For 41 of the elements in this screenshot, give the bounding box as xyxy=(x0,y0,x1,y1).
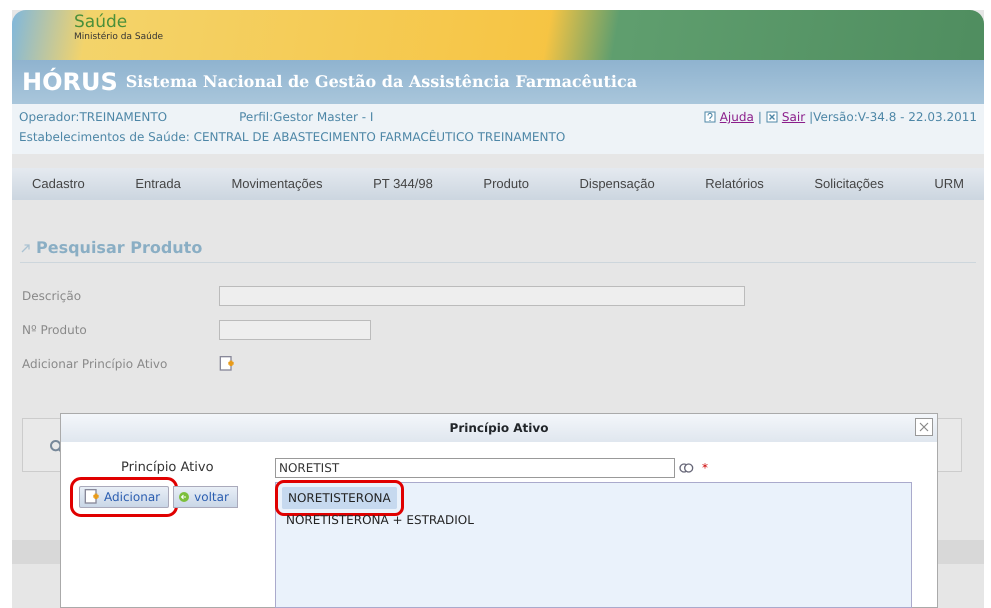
dialog-title: Princípio Ativo xyxy=(450,421,548,435)
close-button[interactable] xyxy=(915,418,933,436)
menu-item[interactable]: Produto xyxy=(483,174,529,194)
operator-label: Operador:TREINAMENTO xyxy=(19,109,168,126)
back-button[interactable]: voltar xyxy=(173,486,238,508)
field-label: Nº Produto xyxy=(22,322,88,339)
menu-item[interactable]: Relatórios xyxy=(705,174,764,194)
add-icon[interactable] xyxy=(219,356,235,372)
field-label: Adicionar Princípio Ativo xyxy=(22,356,168,373)
close-icon xyxy=(766,111,778,123)
field-label: Descrição xyxy=(22,288,82,305)
app-name: HÓRUS xyxy=(22,66,118,98)
version-text: |Versão:V-34.8 - 22.03.2011 xyxy=(809,109,977,126)
help-link[interactable]: Ajuda xyxy=(720,107,754,127)
brand-title: Saúde xyxy=(74,14,128,31)
input-field[interactable] xyxy=(219,320,371,340)
page-title: Pesquisar Produto xyxy=(36,237,202,259)
help-icon xyxy=(704,111,716,123)
menu-item[interactable]: Cadastro xyxy=(32,174,85,194)
brand-subtitle: Ministério da Saúde xyxy=(74,31,164,44)
menu-item[interactable]: URM xyxy=(934,174,964,194)
app-title: Sistema Nacional de Gestão da Assistência Farmacêutica xyxy=(126,71,638,93)
arrow-icon xyxy=(20,242,32,254)
suggestion-item[interactable]: NORETISTERONA xyxy=(282,487,397,509)
menu-item[interactable]: PT 344/98 xyxy=(373,174,433,194)
back-icon xyxy=(178,491,190,503)
exit-link[interactable]: Sair xyxy=(782,107,806,127)
suggestion-item[interactable]: NORETISTERONA + ESTRADIOL xyxy=(280,509,907,531)
menu-item[interactable]: Solicitações xyxy=(814,174,884,194)
separator-text: | xyxy=(758,109,762,126)
search-field[interactable]: NORETIST xyxy=(275,458,675,478)
add-icon xyxy=(84,489,100,505)
required-mark: * xyxy=(702,460,708,477)
menu-item[interactable]: Entrada xyxy=(135,174,181,194)
input-field[interactable] xyxy=(219,286,745,306)
profile-label: Perfil:Gestor Master - I xyxy=(238,109,374,126)
establishment-text: Estabelecimentos de Saúde: CENTRAL DE ABASTECIMENTO FARMACÊUTICO TREINAMENTO xyxy=(19,128,566,146)
menu-item[interactable]: Movimentações xyxy=(231,174,322,194)
close-icon xyxy=(918,421,930,434)
menu-item[interactable]: Dispensação xyxy=(580,174,655,194)
field-label: Princípio Ativo xyxy=(121,459,215,478)
